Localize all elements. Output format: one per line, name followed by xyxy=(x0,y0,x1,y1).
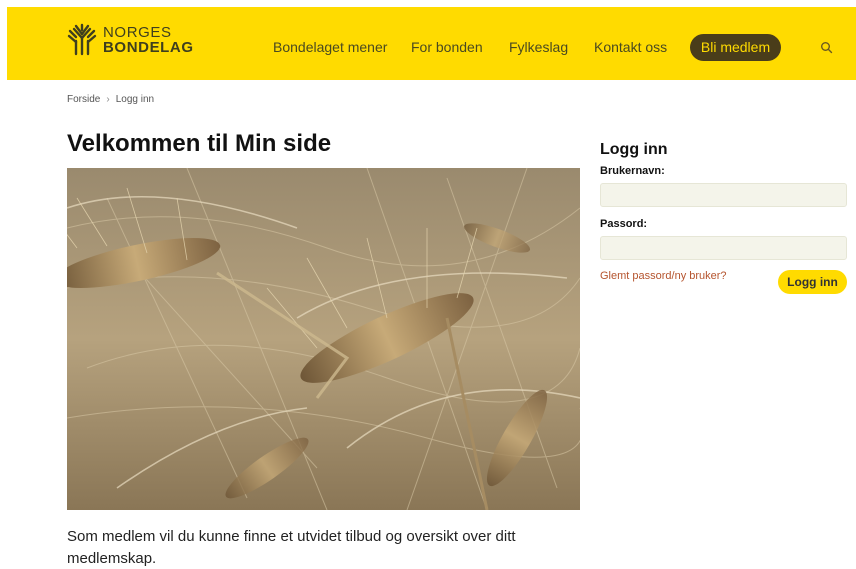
nav-item-fylkeslag[interactable]: Fylkeslag xyxy=(509,39,568,55)
password-label: Passord: xyxy=(600,218,648,230)
breadcrumb: Forside › Logg inn xyxy=(67,94,154,105)
intro-text: Som medlem vil du kunne finne et utvidet… xyxy=(67,528,516,567)
password-field[interactable] xyxy=(600,236,847,260)
nav-item-kontakt-oss[interactable]: Kontakt oss xyxy=(594,39,667,55)
become-member-button[interactable]: Bli medlem xyxy=(690,34,781,61)
page-title: Velkommen til Min side xyxy=(67,130,332,157)
nav-item-bondelaget-mener[interactable]: Bondelaget mener xyxy=(273,39,387,55)
nav-item-for-bonden[interactable]: For bonden xyxy=(411,39,483,55)
breadcrumb-separator: › xyxy=(106,94,110,105)
breadcrumb-home[interactable]: Forside xyxy=(67,94,100,105)
username-label: Brukernavn: xyxy=(600,165,665,177)
username-field[interactable] xyxy=(600,183,847,207)
login-button[interactable]: Logg inn xyxy=(778,270,847,294)
search-icon[interactable] xyxy=(819,40,835,56)
site-header: NORGES BONDELAG Bondelaget mener For bon… xyxy=(7,7,856,80)
login-panel: Logg inn Brukernavn: Passord: Glemt pass… xyxy=(600,138,847,300)
breadcrumb-current: Logg inn xyxy=(115,94,155,105)
barley-field-image xyxy=(67,168,580,510)
forgot-password-link[interactable]: Glemt passord/ny bruker? xyxy=(600,270,727,282)
login-title: Logg inn xyxy=(600,141,668,158)
login-actions: Glemt passord/ny bruker? Logg inn xyxy=(600,270,847,300)
